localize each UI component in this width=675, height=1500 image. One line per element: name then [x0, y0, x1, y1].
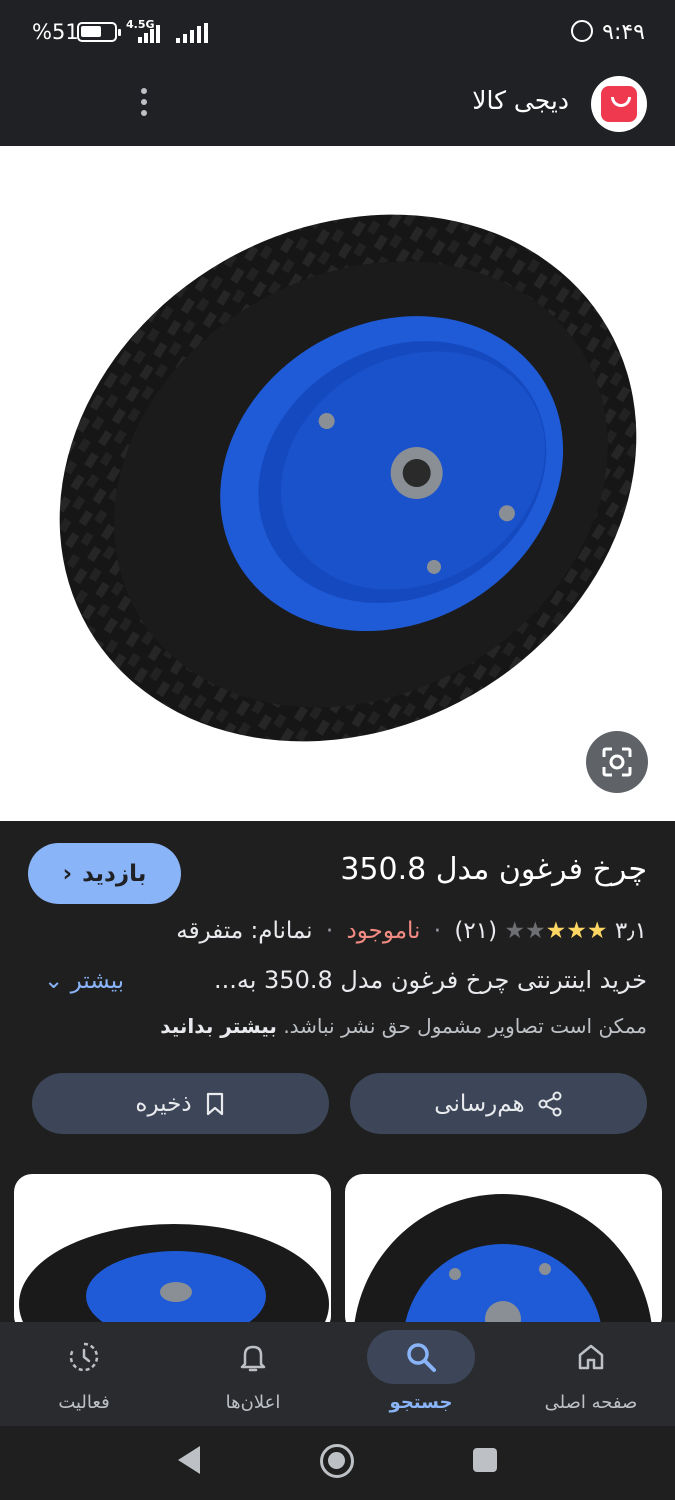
learn-more-link[interactable]: بیشتر بدانید	[160, 1014, 277, 1038]
bottom-navigation: صفحه اصلی جستجو اعلان‌ها فعالیت	[0, 1322, 675, 1426]
nav-label-activity: فعالیت	[58, 1392, 110, 1413]
lens-icon	[602, 747, 632, 777]
battery-percent: %51	[32, 20, 79, 44]
visit-button[interactable]: بازدید ‹	[28, 843, 181, 904]
wheel-thumbnail-2	[353, 1194, 653, 1334]
rating-stars-icon: ★★★	[545, 918, 610, 944]
product-description: خرید اینترنتی چرخ فرغون مدل 350.8 به...	[213, 966, 647, 994]
copyright-notice: ممکن است تصاویر مشمول حق نشر نباشد. بیشت…	[160, 1014, 647, 1038]
whatsapp-icon	[571, 20, 593, 42]
clock: ۹:۴۹	[602, 20, 645, 45]
digikala-logo[interactable]	[591, 76, 647, 132]
nav-label-notifications: اعلان‌ها	[225, 1392, 281, 1413]
share-icon	[538, 1091, 562, 1116]
nav-label-search: جستجو	[389, 1392, 453, 1413]
more-vert-icon[interactable]	[136, 86, 152, 122]
recents-icon[interactable]	[473, 1448, 497, 1472]
rating-value: ۳٫۱	[614, 918, 647, 944]
nav-label-home: صفحه اصلی	[544, 1392, 638, 1413]
save-button[interactable]: ذخیره	[32, 1073, 329, 1134]
app-header: دیجی کالا	[0, 64, 675, 146]
visit-label: بازدید	[82, 860, 147, 887]
stock-status: ناموجود	[346, 918, 421, 944]
google-lens-button[interactable]	[586, 731, 648, 793]
save-label: ذخیره	[135, 1090, 192, 1117]
product-meta: ۳٫۱ ★★★★★ (۲۱) · ناموجود · نمانام: متفرق…	[176, 918, 647, 944]
signal-icon	[128, 23, 160, 43]
site-name[interactable]: دیجی کالا	[472, 86, 569, 115]
rating-stars-empty-icon: ★★	[504, 918, 546, 944]
system-navigation-bar	[0, 1426, 675, 1500]
wheel-illustration	[59, 214, 637, 742]
share-button[interactable]: هم‌رسانی	[350, 1073, 647, 1134]
battery-icon	[77, 22, 121, 42]
more-button[interactable]: بیشتر ⌄	[36, 968, 124, 994]
share-label: هم‌رسانی	[434, 1090, 525, 1117]
nav-item-activity[interactable]: فعالیت	[0, 1322, 168, 1426]
bell-icon	[240, 1345, 266, 1372]
chevron-left-icon: ‹	[62, 860, 73, 887]
wheel-thumbnail	[19, 1224, 329, 1334]
home-circle-icon[interactable]	[320, 1444, 354, 1478]
more-label: بیشتر	[70, 968, 125, 994]
review-count: (۲۱)	[454, 918, 498, 944]
product-image[interactable]	[0, 146, 675, 821]
nav-item-home[interactable]: صفحه اصلی	[507, 1322, 675, 1426]
status-bar: ۹:۴۹ %51 4.5G	[0, 0, 675, 64]
related-image-1[interactable]	[14, 1174, 331, 1334]
bookmark-icon	[206, 1092, 223, 1115]
signal-icon-2	[176, 23, 208, 43]
related-image-2[interactable]	[345, 1174, 662, 1334]
chevron-down-icon: ⌄	[44, 968, 64, 994]
activity-icon	[69, 1342, 99, 1372]
nav-item-notifications[interactable]: اعلان‌ها	[169, 1322, 337, 1426]
brand: نمانام: متفرقه	[176, 918, 313, 944]
home-icon	[578, 1344, 604, 1370]
nav-item-search[interactable]: جستجو	[337, 1322, 505, 1426]
search-icon	[407, 1343, 436, 1372]
product-title: چرخ فرغون مدل 350.8	[340, 852, 647, 887]
copyright-text: ممکن است تصاویر مشمول حق نشر نباشد.	[283, 1014, 647, 1038]
back-icon[interactable]	[178, 1446, 200, 1474]
